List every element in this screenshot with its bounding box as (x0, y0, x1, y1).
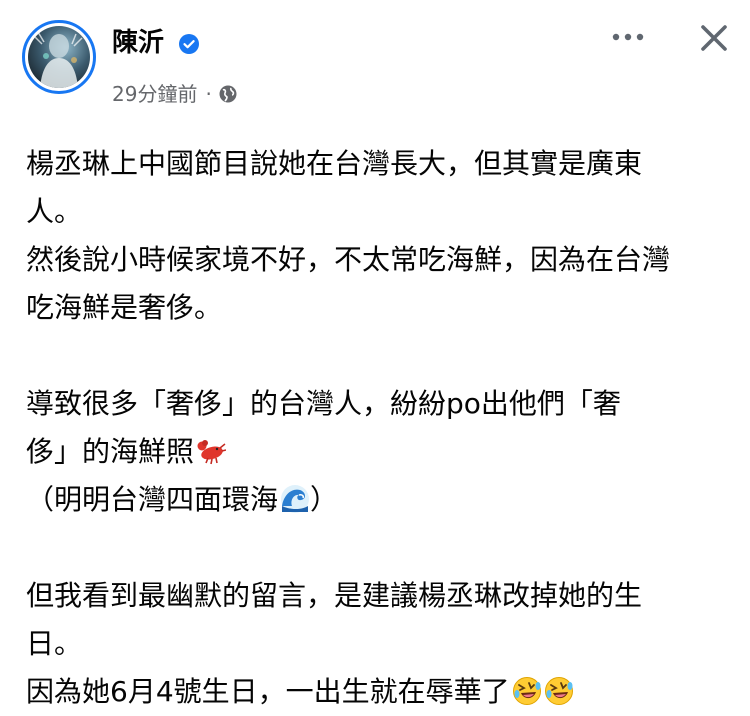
author-name[interactable]: 陳沂 (112, 26, 164, 60)
text-segment: （明明台灣四面環海 (26, 483, 279, 516)
text-segment: 侈」的海鮮照 (26, 435, 195, 468)
post-header: 陳沂 29分鐘前 · (0, 0, 750, 120)
close-icon (701, 25, 727, 51)
post-meta: 29分鐘前 · (112, 80, 238, 108)
verified-badge-icon (179, 34, 199, 54)
text-line: 然後說小時候家境不好，不太常吃海鮮，因為在台灣 (26, 243, 671, 276)
text-line-with-emoji: 因為她6月4號生日，一出生就在辱華了 (26, 668, 726, 716)
text-line: 但我看到最幽默的留言，是建議楊丞琳改掉她的生 (26, 579, 643, 612)
avatar-image (28, 26, 90, 88)
text-segment: ） (310, 483, 339, 516)
author-avatar[interactable] (22, 20, 96, 94)
more-dots-icon (612, 33, 644, 41)
text-line: 人。 (26, 195, 83, 228)
rolling-laughing-emoji (544, 677, 573, 705)
post-text: 楊丞琳上中國節目說她在台灣長大，但其實是廣東 人。 然後說小時候家境不好，不太常… (26, 140, 726, 716)
meta-separator: · (205, 82, 212, 106)
wave-emoji (281, 485, 310, 513)
more-options-button[interactable] (608, 22, 648, 52)
text-line-with-emoji: （明明台灣四面環海 ） (26, 476, 726, 524)
text-segment: 因為她6月4號生日，一出生就在辱華了 (26, 675, 510, 708)
text-line: 吃海鮮是奢侈。 (26, 291, 223, 324)
lobster-emoji (197, 440, 227, 465)
text-line: 導致很多「奢侈」的台灣人，紛紛po出他們「奢 (26, 387, 621, 420)
text-line: 楊丞琳上中國節目說她在台灣長大，但其實是廣東 (26, 147, 643, 180)
rolling-laughing-emoji (512, 677, 541, 705)
globe-icon (219, 85, 237, 103)
text-line: 日。 (26, 627, 83, 660)
text-line-with-emoji: 侈」的海鮮照 (26, 428, 726, 476)
post-timestamp[interactable]: 29分鐘前 (112, 80, 197, 108)
close-button[interactable] (692, 16, 736, 60)
